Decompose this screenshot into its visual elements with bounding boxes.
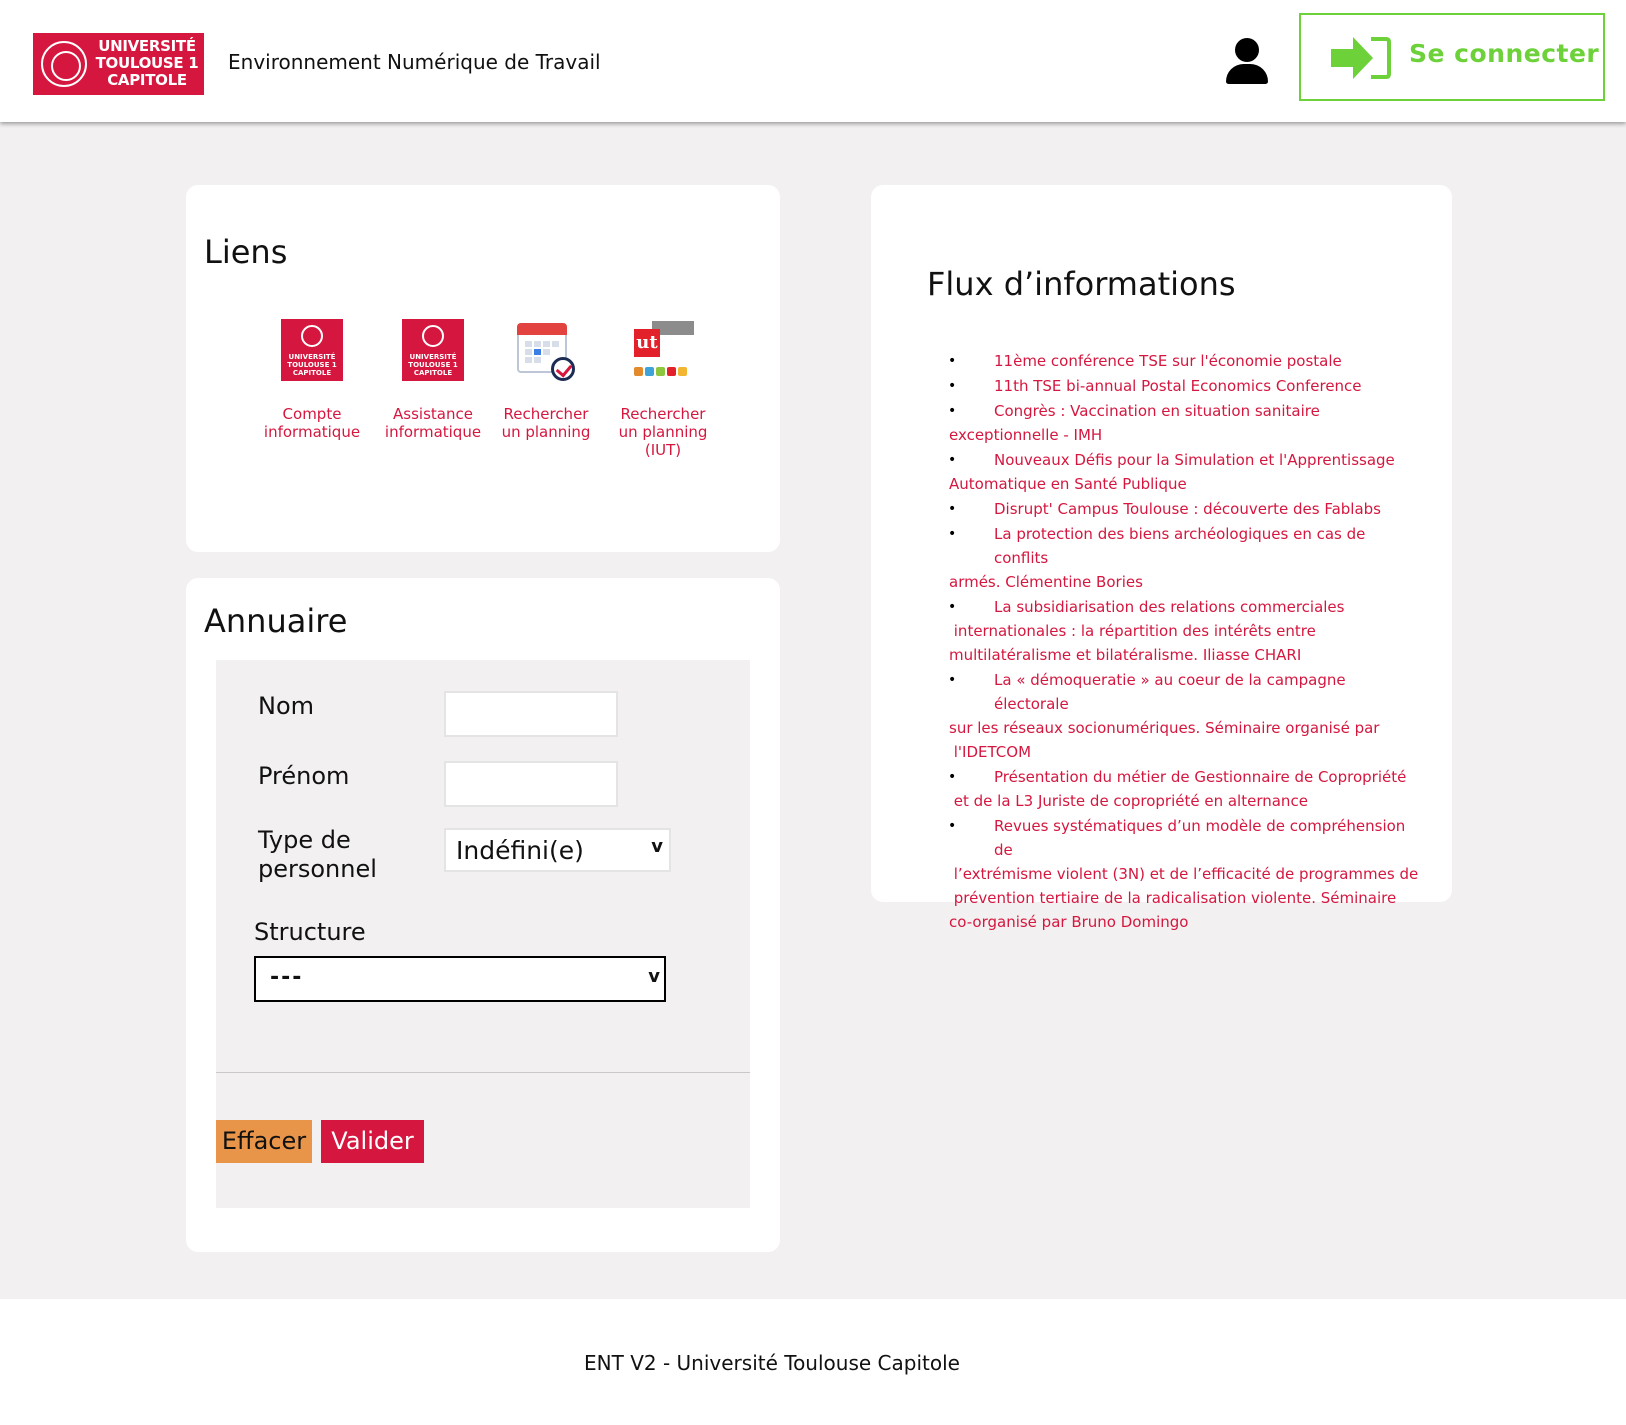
news-item-line: exceptionnelle - IMH bbox=[949, 426, 1103, 444]
link-label: Assistance informatique bbox=[384, 405, 482, 441]
news-item[interactable]: • Présentation du métier de Gestionnaire … bbox=[948, 765, 1409, 813]
bullet-icon: • bbox=[948, 672, 957, 688]
links-card: Liens UNIVERSITÉ TOULOUSE 1 CAPITOLE Com… bbox=[186, 185, 780, 552]
flux-title: Flux d’informations bbox=[927, 265, 1236, 303]
links-title: Liens bbox=[204, 233, 288, 271]
structure-select[interactable]: --- v bbox=[254, 956, 666, 1002]
login-arrow-icon bbox=[1331, 37, 1391, 79]
bullet-icon: • bbox=[948, 378, 957, 394]
news-item-line: sur les réseaux socionumériques. Séminai… bbox=[949, 719, 1380, 737]
link-assistance-informatique[interactable]: UNIVERSITÉ TOULOUSE 1 CAPITOLE Assistanc… bbox=[383, 319, 483, 441]
type-personnel-select[interactable]: Indéfini(e) v bbox=[444, 828, 671, 872]
link-label: Rechercher un planning bbox=[501, 405, 591, 441]
news-item-line: La « démoqueratie » au coeur de la campa… bbox=[994, 671, 1346, 713]
footer: ENT V2 - Université Toulouse Capitole bbox=[0, 1299, 1626, 1425]
logo-text: UNIVERSITÉ TOULOUSE 1 CAPITOLE bbox=[95, 37, 199, 89]
user-icon[interactable] bbox=[1226, 38, 1268, 84]
news-item-line: Revues systématiques d’un modèle de comp… bbox=[994, 817, 1406, 859]
main-content: Liens UNIVERSITÉ TOULOUSE 1 CAPITOLE Com… bbox=[0, 122, 1626, 1299]
bullet-icon: • bbox=[948, 526, 957, 542]
news-item[interactable]: • La « démoqueratie » au coeur de la camp… bbox=[948, 668, 1409, 764]
news-item[interactable]: • 11ème conférence TSE sur l'économie pos… bbox=[948, 349, 1409, 373]
top-header: UNIVERSITÉ TOULOUSE 1 CAPITOLE Environne… bbox=[0, 0, 1626, 122]
bullet-icon: • bbox=[948, 599, 957, 615]
news-item-line: internationales : la répartition des int… bbox=[949, 622, 1316, 640]
chevron-down-icon: v bbox=[651, 836, 663, 857]
annuaire-form: Nom Prénom Type de personnel Indéfini(e)… bbox=[216, 660, 750, 1208]
annuaire-card: Annuaire Nom Prénom Type de personnel In… bbox=[186, 578, 780, 1252]
news-item[interactable]: • Nouveaux Défis pour la Simulation et l'… bbox=[948, 448, 1409, 496]
annuaire-title: Annuaire bbox=[204, 602, 348, 640]
news-item-line: La subsidiarisation des relations commer… bbox=[994, 598, 1345, 616]
news-item-line: Nouveaux Défis pour la Simulation et l'A… bbox=[994, 451, 1395, 469]
chevron-down-icon: v bbox=[648, 966, 660, 987]
type-personnel-value: Indéfini(e) bbox=[456, 836, 584, 865]
news-item-line: armés. Clémentine Bories bbox=[949, 573, 1143, 591]
news-item-line: multilatéralisme et bilatéralisme. Ilias… bbox=[949, 646, 1302, 664]
news-item[interactable]: • Disrupt' Campus Toulouse : découverte d… bbox=[948, 497, 1409, 521]
login-label: Se connecter bbox=[1409, 39, 1600, 68]
effacer-button[interactable]: Effacer bbox=[216, 1120, 312, 1163]
news-item-line: l'IDETCOM bbox=[949, 743, 1032, 761]
bullet-icon: • bbox=[948, 818, 957, 834]
link-compte-informatique[interactable]: UNIVERSITÉ TOULOUSE 1 CAPITOLE Compte in… bbox=[262, 319, 362, 441]
news-item-line: Disrupt' Campus Toulouse : découverte de… bbox=[994, 500, 1381, 518]
nom-input[interactable] bbox=[444, 691, 618, 737]
link-rechercher-planning-iut[interactable]: ut Rechercher un planning (IUT) bbox=[613, 319, 713, 459]
news-item-line: Présentation du métier de Gestionnaire d… bbox=[994, 768, 1407, 786]
news-item-line: Congrès : Vaccination en situation sanit… bbox=[994, 402, 1320, 420]
bullet-icon: • bbox=[948, 769, 957, 785]
structure-value: --- bbox=[270, 965, 304, 990]
news-item-line: prévention tertiaire de la radicalisatio… bbox=[949, 889, 1397, 907]
news-item-line: l’extrémisme violent (3N) et de l’effica… bbox=[949, 865, 1419, 883]
type-personnel-label: Type de personnel bbox=[258, 826, 377, 883]
iut-icon: ut bbox=[632, 319, 694, 381]
bullet-icon: • bbox=[948, 403, 957, 419]
footer-text: ENT V2 - Université Toulouse Capitole bbox=[584, 1351, 960, 1375]
news-item[interactable]: • La protection des biens archéologiques … bbox=[948, 522, 1409, 594]
news-item-line: 11th TSE bi-annual Postal Economics Conf… bbox=[994, 377, 1362, 395]
university-logo[interactable]: UNIVERSITÉ TOULOUSE 1 CAPITOLE bbox=[33, 33, 204, 95]
link-label: Rechercher un planning (IUT) bbox=[618, 405, 708, 459]
news-item[interactable]: • Congrès : Vaccination en situation sani… bbox=[948, 399, 1409, 447]
bullet-icon: • bbox=[948, 353, 957, 369]
news-item-line: et de la L3 Juriste de copropriété en al… bbox=[949, 792, 1308, 810]
bullet-icon: • bbox=[948, 501, 957, 517]
valider-button[interactable]: Valider bbox=[321, 1120, 424, 1163]
news-list: • 11ème conférence TSE sur l'économie pos… bbox=[948, 349, 1419, 935]
nom-label: Nom bbox=[258, 692, 315, 720]
link-label: Compte informatique bbox=[263, 405, 361, 441]
news-item[interactable]: • La subsidiarisation des relations comme… bbox=[948, 595, 1409, 667]
form-divider bbox=[216, 1072, 750, 1073]
bullet-icon: • bbox=[948, 452, 957, 468]
calendar-icon bbox=[515, 319, 577, 381]
prenom-label: Prénom bbox=[258, 762, 350, 790]
login-button[interactable]: Se connecter bbox=[1299, 13, 1605, 101]
news-item[interactable]: • 11th TSE bi-annual Postal Economics Con… bbox=[948, 374, 1409, 398]
news-item-line: co-organisé par Bruno Domingo bbox=[949, 913, 1189, 931]
news-item[interactable]: • Revues systématiques d’un modèle de com… bbox=[948, 814, 1419, 934]
seal-icon bbox=[41, 41, 87, 87]
prenom-input[interactable] bbox=[444, 761, 618, 807]
news-item-line: 11ème conférence TSE sur l'économie post… bbox=[994, 352, 1342, 370]
news-item-line: La protection des biens archéologiques e… bbox=[994, 525, 1366, 567]
ut1-logo-icon: UNIVERSITÉ TOULOUSE 1 CAPITOLE bbox=[281, 319, 343, 381]
structure-label: Structure bbox=[254, 918, 366, 946]
link-rechercher-planning[interactable]: Rechercher un planning bbox=[496, 319, 596, 441]
ut1-logo-icon: UNIVERSITÉ TOULOUSE 1 CAPITOLE bbox=[402, 319, 464, 381]
app-title: Environnement Numérique de Travail bbox=[228, 50, 601, 74]
flux-card: Flux d’informations • 11ème conférence TS… bbox=[871, 185, 1452, 931]
news-item-line: Automatique en Santé Publique bbox=[949, 475, 1187, 493]
